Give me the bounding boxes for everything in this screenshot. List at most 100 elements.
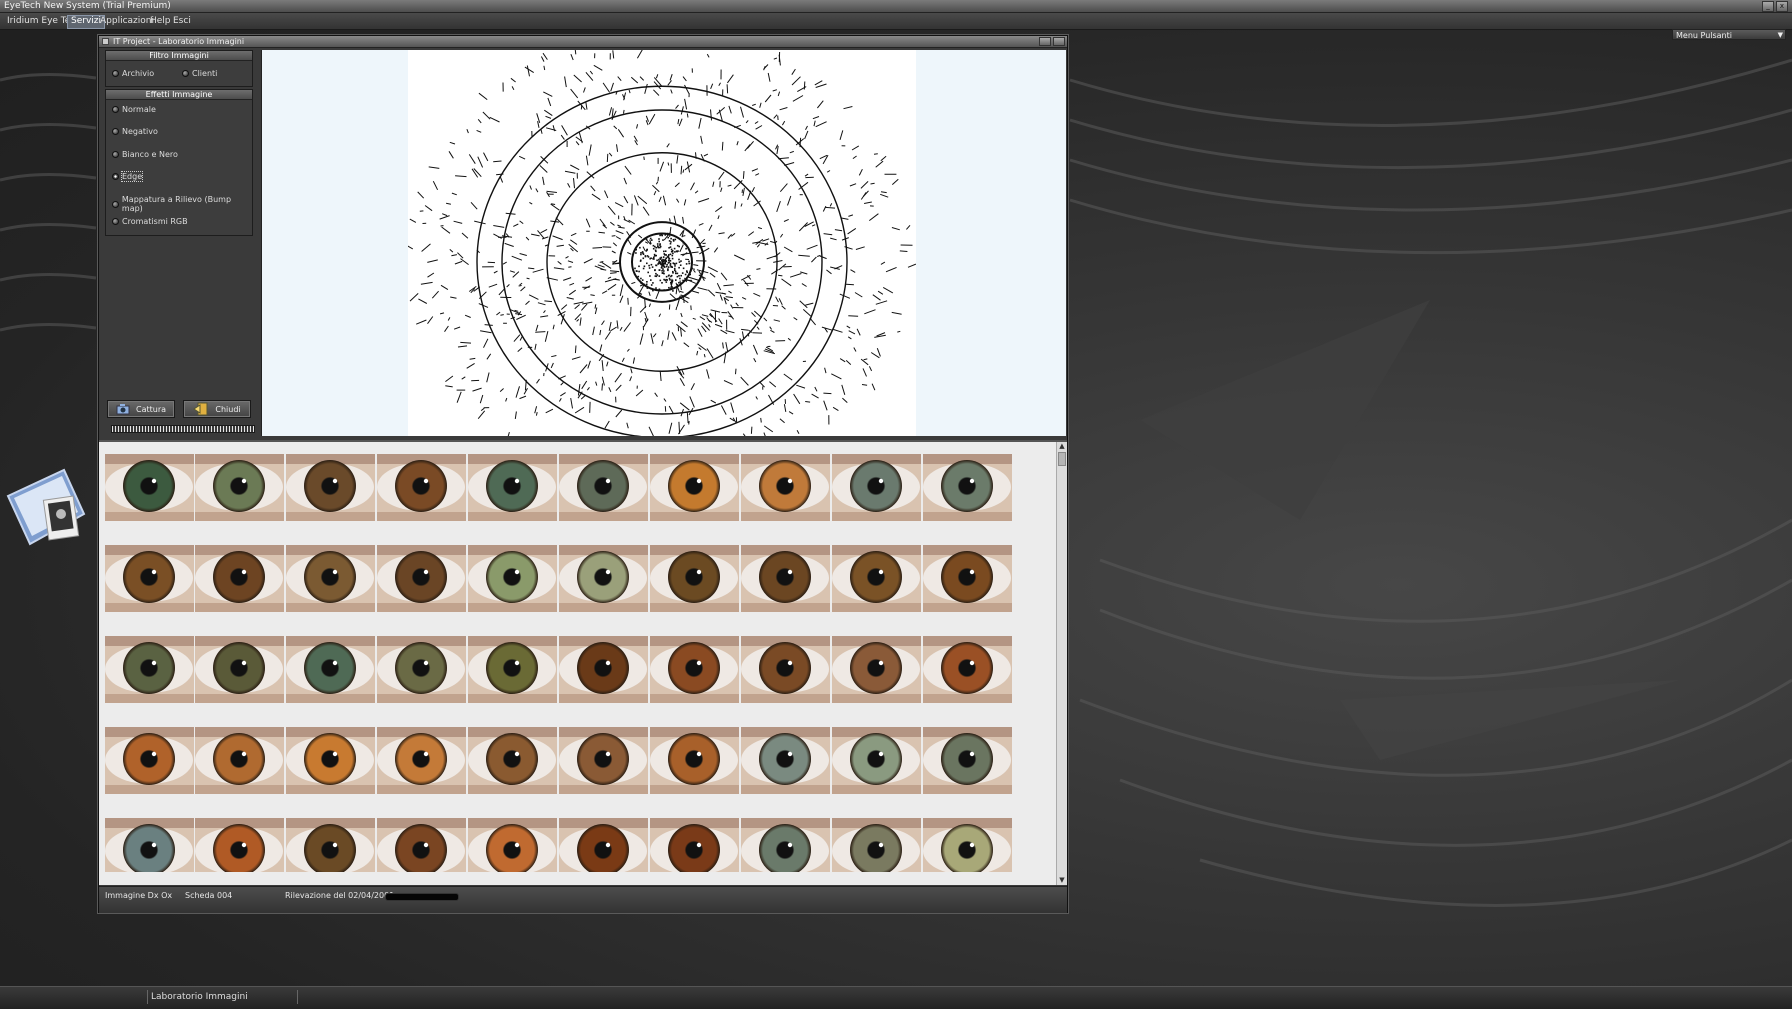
iris-thumbnail[interactable]	[832, 818, 921, 872]
iris-thumbnail[interactable]	[105, 636, 194, 703]
radio-negativo[interactable]: Negativo	[112, 127, 158, 136]
iris-thumbnail[interactable]	[741, 818, 830, 872]
iris-thumbnail[interactable]	[105, 454, 194, 521]
radio-bianco-e-nero[interactable]: Bianco e Nero	[112, 150, 178, 159]
iris-thumbnail[interactable]	[468, 636, 557, 703]
window-menu-dropdown[interactable]: Menu Pulsanti ▼	[1672, 29, 1786, 40]
iris-thumbnail[interactable]	[105, 545, 194, 612]
iris-thumbnail[interactable]	[923, 454, 1012, 521]
radio-dot	[112, 201, 119, 208]
iris-thumbnail[interactable]	[832, 636, 921, 703]
iris-thumbnail[interactable]	[923, 636, 1012, 703]
iris-thumbnail[interactable]	[923, 727, 1012, 794]
iris-thumbnail[interactable]	[650, 818, 739, 872]
iris-thumbnail[interactable]	[832, 545, 921, 612]
radio-cromatismi-rgb[interactable]: Cromatismi RGB	[112, 217, 188, 226]
eye-image	[377, 545, 466, 612]
eye-image	[923, 545, 1012, 612]
eye-image	[923, 818, 1012, 872]
iris-thumbnail[interactable]	[377, 727, 466, 794]
eye-image	[105, 545, 194, 612]
iris-thumbnail[interactable]	[650, 545, 739, 612]
iris-thumbnail[interactable]	[559, 545, 648, 612]
iris-thumbnail[interactable]	[195, 545, 284, 612]
iris-thumbnail[interactable]	[286, 818, 375, 872]
radio-label: Edge	[122, 172, 142, 181]
iris-thumbnail[interactable]	[559, 454, 648, 521]
iris-thumbnail[interactable]	[377, 454, 466, 521]
iris-thumbnail[interactable]	[286, 545, 375, 612]
scroll-down-arrow-icon[interactable]: ▼	[1057, 876, 1067, 885]
iris-thumbnail[interactable]	[377, 636, 466, 703]
edge-filtered-iris-image[interactable]	[408, 50, 916, 436]
eye-image	[105, 818, 194, 872]
iris-thumbnail[interactable]	[377, 545, 466, 612]
iris-thumbnail[interactable]	[468, 545, 557, 612]
iris-thumbnail[interactable]	[559, 727, 648, 794]
progress-bar	[111, 425, 255, 433]
window-title-bar[interactable]: IT Project - Laboratorio Immagini	[99, 36, 1067, 48]
left-control-panel: Filtro Immagini Archivio Clienti Effetti…	[103, 50, 255, 430]
eye-image	[468, 727, 557, 794]
eye-image	[832, 636, 921, 703]
scrollbar-thumb[interactable]	[1058, 452, 1066, 466]
photo-folder-icon[interactable]	[6, 468, 88, 548]
filter-group: Filtro Immagini Archivio Clienti	[105, 50, 253, 87]
menu-esci[interactable]: Esci	[170, 15, 194, 27]
iris-thumbnail[interactable]	[650, 454, 739, 521]
window-close-button[interactable]	[1053, 37, 1065, 46]
close-panel-button[interactable]: Chiudi	[183, 400, 251, 418]
minimize-button[interactable]: _	[1762, 1, 1774, 12]
eye-image	[559, 454, 648, 521]
iris-thumbnail[interactable]	[105, 727, 194, 794]
iris-thumbnail[interactable]	[559, 636, 648, 703]
radio-edge[interactable]: Edge	[112, 172, 142, 181]
radio-bump-map[interactable]: Mappatura a Rilievo (Bump map)	[112, 195, 252, 213]
radio-normale[interactable]: Normale	[112, 105, 156, 114]
iris-thumbnail[interactable]	[741, 636, 830, 703]
taskbar-item-laboratorio[interactable]: Laboratorio Immagini	[147, 990, 298, 1004]
taskbar: Laboratorio Immagini	[0, 986, 1792, 1009]
scroll-up-arrow-icon[interactable]: ▲	[1057, 442, 1067, 451]
iris-thumbnail[interactable]	[650, 727, 739, 794]
iris-thumbnail[interactable]	[468, 727, 557, 794]
eye-image	[195, 454, 284, 521]
eye-image	[650, 545, 739, 612]
iris-thumbnail[interactable]	[832, 727, 921, 794]
iris-thumbnail[interactable]	[105, 818, 194, 872]
radio-archivio[interactable]: Archivio	[112, 69, 154, 78]
eye-image	[650, 818, 739, 872]
iris-thumbnail[interactable]	[923, 818, 1012, 872]
iris-thumbnail[interactable]	[286, 727, 375, 794]
iris-thumbnail[interactable]	[468, 818, 557, 872]
iris-thumbnail[interactable]	[741, 545, 830, 612]
iris-thumbnail[interactable]	[650, 636, 739, 703]
chevron-down-icon: ▼	[1778, 30, 1783, 41]
radio-dot	[112, 218, 119, 225]
status-card: Scheda 004	[185, 891, 232, 901]
eye-image	[468, 818, 557, 872]
iris-thumbnail[interactable]	[195, 636, 284, 703]
close-button[interactable]: x	[1776, 1, 1788, 12]
iris-thumbnail[interactable]	[923, 545, 1012, 612]
iris-thumbnail[interactable]	[377, 818, 466, 872]
radio-dot	[112, 106, 119, 113]
iris-thumbnail[interactable]	[195, 818, 284, 872]
eye-image	[832, 727, 921, 794]
window-status-bar: Immagine Dx Ox Scheda 004 Rilevazione de…	[99, 886, 1067, 913]
iris-thumbnail[interactable]	[741, 727, 830, 794]
iris-thumbnail[interactable]	[741, 454, 830, 521]
radio-clienti[interactable]: Clienti	[182, 69, 217, 78]
eye-image	[286, 636, 375, 703]
window-restore-button[interactable]	[1039, 37, 1051, 46]
iris-thumbnail[interactable]	[195, 727, 284, 794]
iris-thumbnail[interactable]	[468, 454, 557, 521]
iris-thumbnail[interactable]	[286, 454, 375, 521]
iris-thumbnail[interactable]	[559, 818, 648, 872]
vertical-scrollbar[interactable]: ▲ ▼	[1056, 442, 1067, 885]
iris-thumbnail[interactable]	[286, 636, 375, 703]
iris-thumbnail[interactable]	[195, 454, 284, 521]
iris-thumbnail[interactable]	[832, 454, 921, 521]
capture-button[interactable]: Cattura	[107, 400, 175, 418]
effects-group-title: Effetti Immagine	[106, 90, 252, 100]
